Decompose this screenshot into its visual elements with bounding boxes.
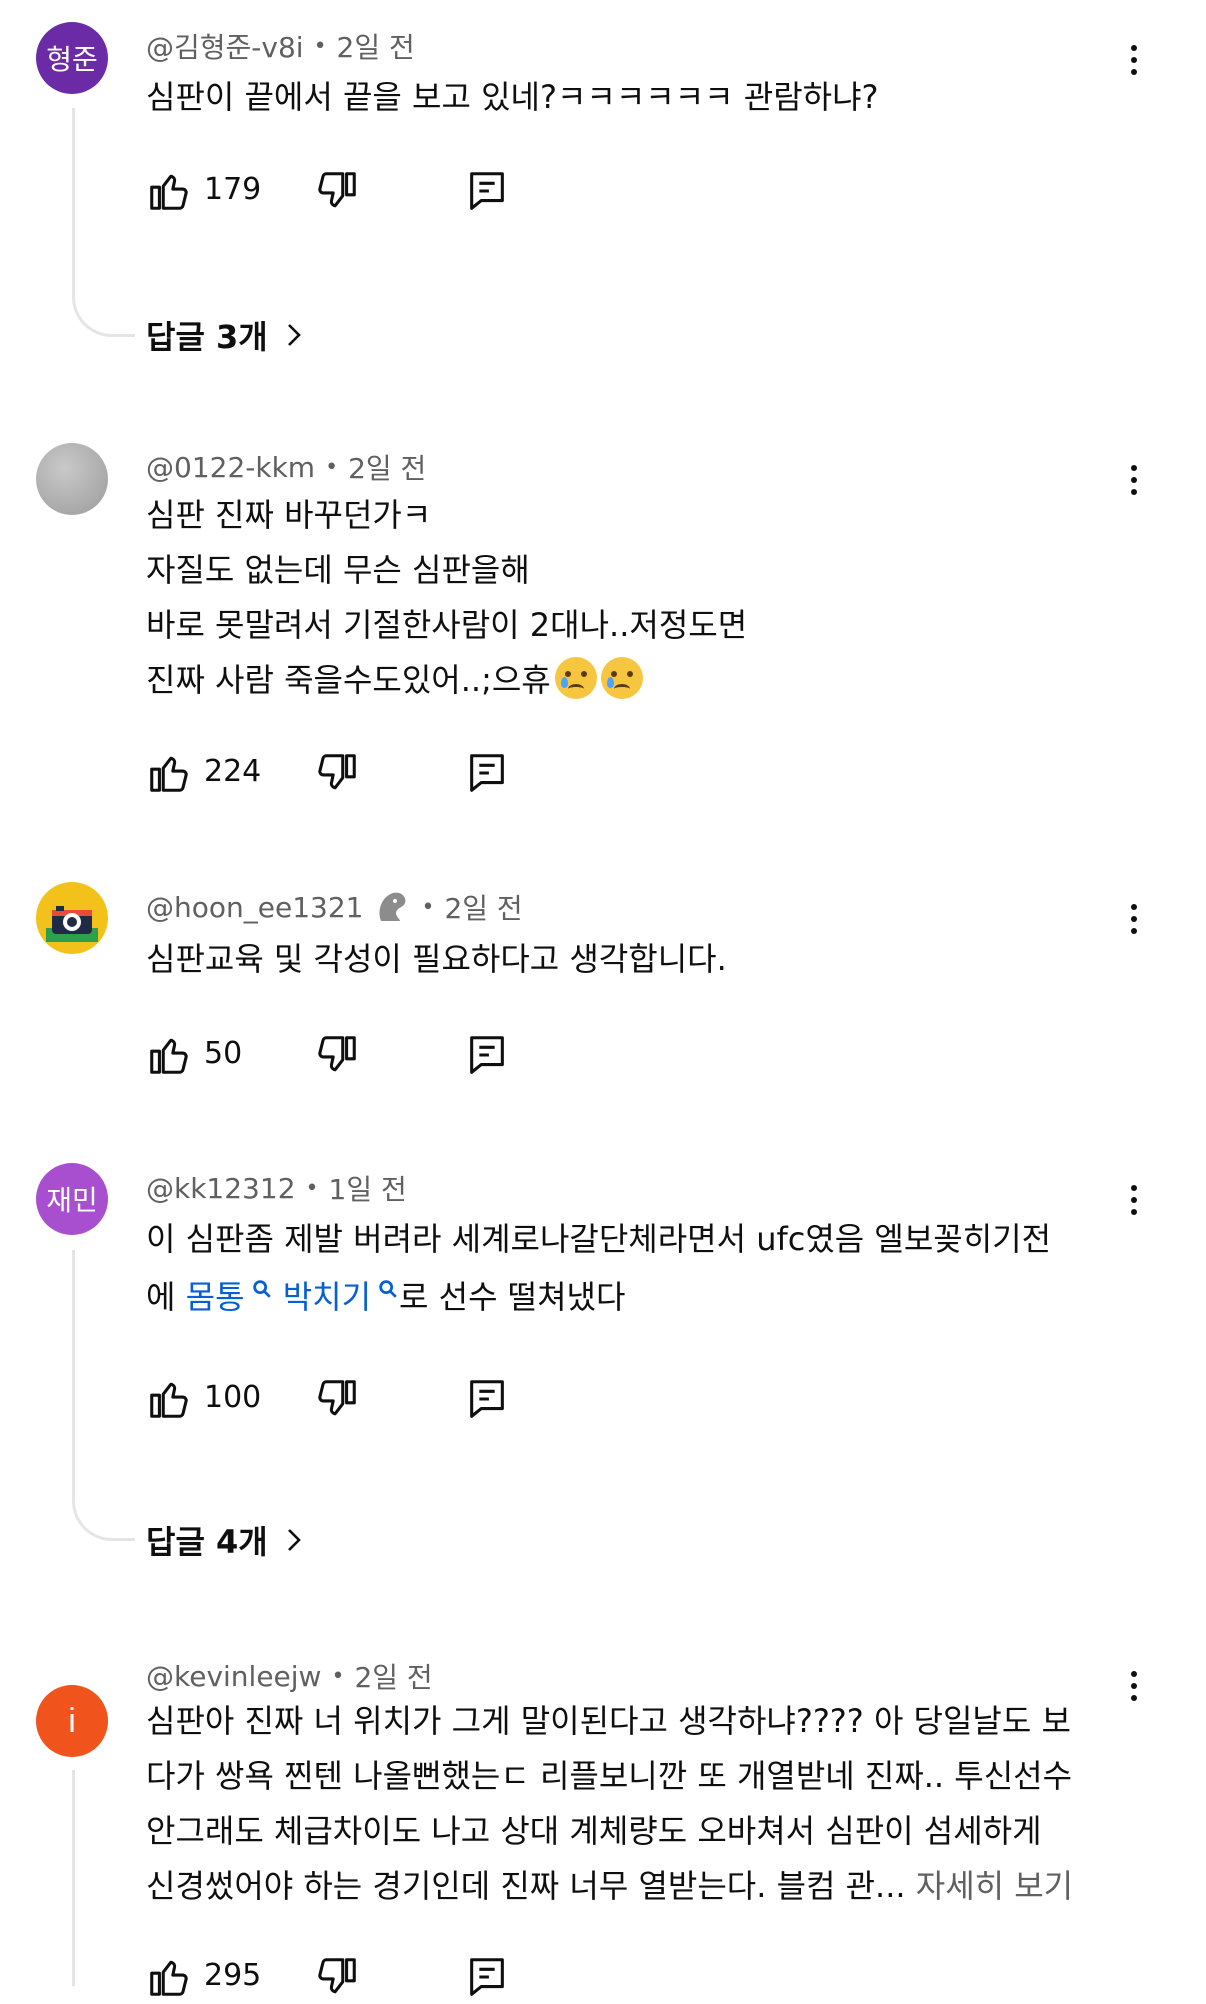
timestamp: 2일 전: [348, 452, 427, 485]
comment-line: 안그래도 체급차이도 나고 상대 계체량도 오바쳐서 심판이 섬세하게: [146, 1812, 1042, 1850]
like-icon[interactable]: [146, 1954, 192, 2000]
separator-dot: •: [305, 1175, 319, 1201]
search-link-label: 몸통: [185, 1278, 245, 1316]
comment-meta: @kevinleejw • 2일 전: [146, 1656, 433, 1696]
comment-actions: 179: [146, 162, 646, 218]
comment-line: 심판이 끝에서 끝을 보고 있네?ㅋㅋㅋㅋㅋㅋ 관람하냐?: [146, 78, 879, 116]
avatar-initials: i: [68, 1701, 76, 1740]
reply-icon[interactable]: [464, 1954, 510, 2000]
separator-dot: •: [325, 454, 339, 480]
like-count: 50: [204, 1036, 243, 1071]
reply-icon[interactable]: [464, 750, 510, 796]
comment-actions: 50: [146, 1026, 646, 1082]
comment-line: 바로 못말려서 기절한사람이 2대나..저정도면: [146, 606, 748, 644]
comment-text: 이 심판좀 제발 버려라 세계로나갈단체라면서 ufc였음 엘보꽂히기전 에 몸…: [146, 1210, 1126, 1326]
dislike-icon[interactable]: [314, 750, 360, 796]
search-link-bakchigi[interactable]: 박치기: [283, 1278, 399, 1316]
more-options-button[interactable]: [1116, 34, 1152, 86]
comment-text-fragment: 에: [146, 1278, 186, 1316]
author-handle[interactable]: @hoon_ee1321: [146, 891, 363, 924]
like-icon[interactable]: [146, 750, 192, 796]
membership-badge-icon: [379, 892, 406, 921]
timestamp: 2일 전: [444, 892, 523, 925]
replies-label: 답글 3개: [146, 318, 268, 356]
avatar[interactable]: 재민: [36, 1163, 108, 1235]
comment-meta: @kk12312 • 1일 전: [146, 1168, 407, 1208]
more-options-button[interactable]: [1116, 1660, 1152, 1712]
dislike-icon[interactable]: [314, 168, 360, 214]
avatar[interactable]: [36, 443, 108, 515]
comment-line-text: 진짜 사람 죽을수도있어..;으휴: [146, 661, 551, 699]
comment-meta: @hoon_ee1321 • 2일 전: [146, 887, 523, 927]
like-count: 100: [204, 1380, 262, 1415]
comment-text-fragment: 로 선수 떨쳐냈다: [399, 1278, 626, 1316]
author-handle[interactable]: @김형준-v8i: [146, 26, 304, 66]
comment-line-truncated: 신경썼어야 하는 경기인데 진짜 너무 열받는다. 블컴 관... 자세히 보기: [146, 1859, 1126, 1914]
like-count: 224: [204, 754, 262, 789]
author-handle[interactable]: @kevinleejw: [146, 1660, 321, 1693]
search-link-momtong[interactable]: 몸통: [186, 1278, 273, 1316]
chevron-right-icon: [287, 1529, 301, 1551]
timestamp: 2일 전: [354, 1661, 433, 1694]
thread-line: [72, 1250, 135, 1541]
more-options-button[interactable]: [1116, 893, 1152, 945]
like-count: 179: [204, 172, 262, 207]
dislike-icon[interactable]: [314, 1954, 360, 2000]
comment-line-with-links: 에 몸통 박치기 로 선수 떨쳐냈다: [146, 1268, 1126, 1326]
timestamp: 1일 전: [328, 1173, 407, 1206]
read-more-link[interactable]: 자세히 보기: [916, 1867, 1073, 1905]
comment-meta: @김형준-v8i • 2일 전: [146, 26, 415, 66]
search-icon: [252, 1280, 271, 1298]
comment-meta: @0122-kkm • 2일 전: [146, 447, 426, 487]
comment-line: 자질도 없는데 무슨 심판을해: [146, 551, 530, 589]
dislike-icon[interactable]: [314, 1032, 360, 1078]
separator-dot: •: [421, 894, 435, 920]
author-handle[interactable]: @0122-kkm: [146, 451, 315, 484]
replies-label: 답글 4개: [146, 1523, 268, 1561]
comment-text: 심판 진짜 바꾸던가ㅋ 자질도 없는데 무슨 심판을해 바로 못말려서 기절한사…: [146, 488, 1126, 708]
author-handle[interactable]: @kk12312: [146, 1172, 296, 1205]
comment-actions: 224: [146, 744, 646, 800]
search-icon: [379, 1280, 397, 1298]
thread-line: [72, 108, 135, 337]
like-icon[interactable]: [146, 168, 192, 214]
thread-line: [72, 1770, 135, 1986]
comment-line: 심판아 진짜 너 위치가 그게 말이된다고 생각하냐???? 아 당일날도 보: [146, 1702, 1071, 1740]
comment-line-text: 신경썼어야 하는 경기인데 진짜 너무 열받는다. 블컴 관...: [146, 1867, 906, 1905]
camera-avatar-icon: [46, 906, 98, 942]
like-count: 295: [204, 1958, 262, 1993]
chevron-right-icon: [287, 324, 301, 346]
comment-line: 심판교육 및 각성이 필요하다고 생각합니다.: [146, 940, 727, 978]
reply-icon[interactable]: [464, 168, 510, 214]
comment-line-with-emoji: 진짜 사람 죽을수도있어..;으휴: [146, 653, 1126, 708]
reply-icon[interactable]: [464, 1032, 510, 1078]
timestamp: 2일 전: [336, 31, 415, 64]
like-icon[interactable]: [146, 1032, 192, 1078]
avatar-initials: 형준: [46, 43, 98, 76]
comment-actions: 295: [146, 1948, 646, 2004]
comment-line: 이 심판좀 제발 버려라 세계로나갈단체라면서 ufc였음 엘보꽂히기전: [146, 1220, 1052, 1258]
like-icon[interactable]: [146, 1376, 192, 1422]
more-options-button[interactable]: [1116, 454, 1152, 506]
dislike-icon[interactable]: [314, 1376, 360, 1422]
separator-dot: •: [313, 33, 327, 59]
more-options-button[interactable]: [1116, 1174, 1152, 1226]
crying-face-emoji: [554, 657, 597, 699]
crying-face-emoji: [600, 657, 643, 699]
view-replies-button[interactable]: 답글 4개: [146, 1517, 306, 1563]
comment-text: 심판교육 및 각성이 필요하다고 생각합니다.: [146, 932, 1126, 987]
reply-icon[interactable]: [464, 1376, 510, 1422]
avatar[interactable]: i: [36, 1685, 108, 1757]
avatar-initials: 재민: [46, 1184, 98, 1217]
comment-text: 심판아 진짜 너 위치가 그게 말이된다고 생각하냐???? 아 당일날도 보 …: [146, 1694, 1126, 1914]
comment-text: 심판이 끝에서 끝을 보고 있네?ㅋㅋㅋㅋㅋㅋ 관람하냐?: [146, 70, 1126, 125]
comment-line: 심판 진짜 바꾸던가ㅋ: [146, 496, 432, 534]
view-replies-button[interactable]: 답글 3개: [146, 312, 306, 358]
separator-dot: •: [331, 1663, 345, 1689]
avatar[interactable]: 형준: [36, 22, 108, 94]
avatar[interactable]: [36, 882, 108, 954]
search-link-label: 박치기: [282, 1278, 372, 1316]
comment-line: 다가 쌍욕 찐텐 나올뻔했는ㄷ 리플보니깐 또 개열받네 진짜.. 투신선수: [146, 1757, 1073, 1795]
comment-actions: 100: [146, 1370, 646, 1426]
